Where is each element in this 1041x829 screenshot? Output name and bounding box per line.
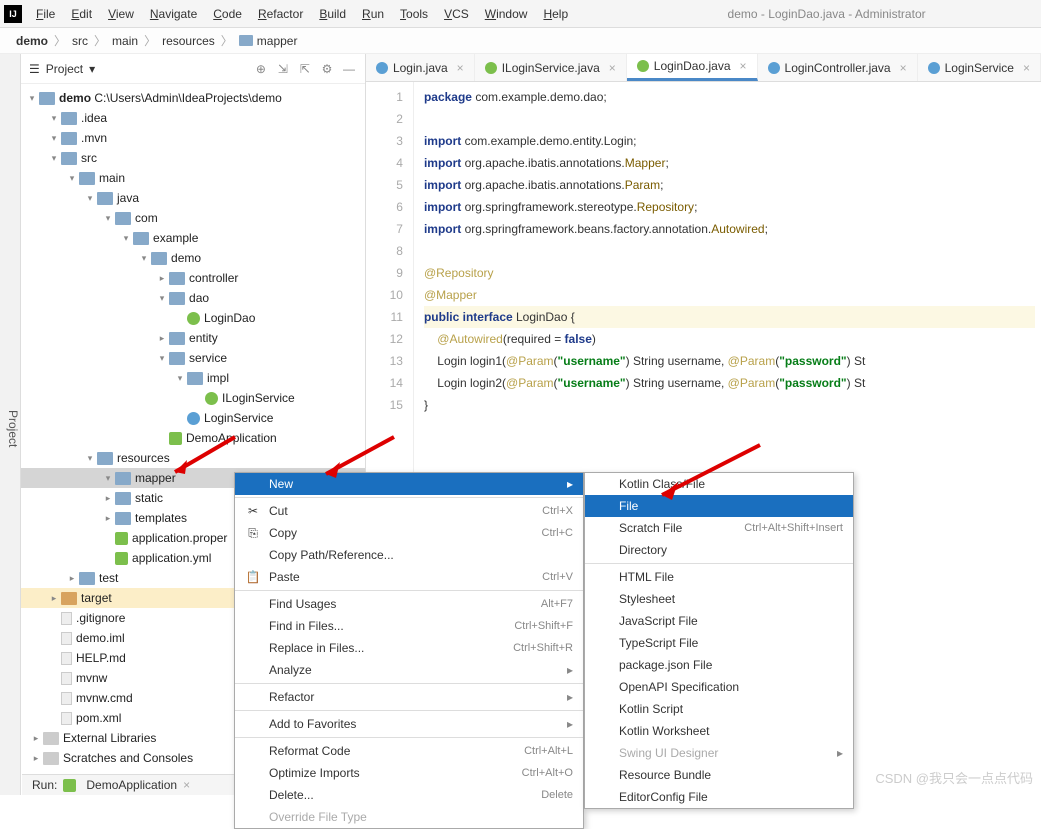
editor-tab[interactable]: Login.java×: [366, 54, 475, 81]
tree-node[interactable]: ▾.idea: [21, 108, 365, 128]
menu-item[interactable]: Copy Path/Reference...: [235, 544, 583, 566]
menu-item[interactable]: HTML File: [585, 566, 853, 588]
menu-item[interactable]: EditorConfig File: [585, 786, 853, 808]
breadcrumb-item[interactable]: resources: [156, 32, 221, 50]
menu-item[interactable]: Delete...Delete: [235, 784, 583, 806]
menu-item[interactable]: Find in Files...Ctrl+Shift+F: [235, 615, 583, 637]
menu-item[interactable]: Add to Favorites▸: [235, 713, 583, 735]
tree-node[interactable]: ▾dao: [21, 288, 365, 308]
menu-item[interactable]: OpenAPI Specification: [585, 676, 853, 698]
menu-item: Swing UI Designer▸: [585, 742, 853, 764]
tree-node[interactable]: ▾java: [21, 188, 365, 208]
menu-item[interactable]: Reformat CodeCtrl+Alt+L: [235, 740, 583, 762]
project-title[interactable]: Project: [46, 62, 83, 76]
menu-build[interactable]: Build: [311, 4, 354, 24]
menu-navigate[interactable]: Navigate: [142, 4, 205, 24]
editor-tab[interactable]: ILoginService.java×: [475, 54, 627, 81]
menu-item[interactable]: Refactor▸: [235, 686, 583, 708]
menu-file[interactable]: File: [28, 4, 63, 24]
breadcrumb-item[interactable]: src: [66, 32, 94, 50]
menu-edit[interactable]: Edit: [63, 4, 100, 24]
close-icon[interactable]: ×: [740, 59, 747, 73]
editor-tab[interactable]: LoginController.java×: [758, 54, 918, 81]
menu-window[interactable]: Window: [477, 4, 536, 24]
menu-item[interactable]: New▸: [235, 473, 583, 495]
collapse-all-icon[interactable]: ⇲: [275, 61, 291, 77]
menu-vcs[interactable]: VCS: [436, 4, 477, 24]
close-icon[interactable]: ×: [183, 778, 190, 792]
menu-item[interactable]: Directory: [585, 539, 853, 561]
breadcrumb-item[interactable]: mapper: [233, 32, 304, 50]
editor-tab[interactable]: LoginDao.java×: [627, 54, 758, 81]
menu-item[interactable]: Find UsagesAlt+F7: [235, 593, 583, 615]
run-config: DemoApplication: [86, 778, 177, 792]
menu-item[interactable]: 📋PasteCtrl+V: [235, 566, 583, 588]
project-tool-tab[interactable]: Project: [0, 54, 21, 795]
menubar: IJ FileEditViewNavigateCodeRefactorBuild…: [0, 0, 1041, 28]
menu-item: Override File Type: [235, 806, 583, 828]
close-icon[interactable]: ×: [609, 61, 616, 75]
tree-node[interactable]: ▾demo: [21, 248, 365, 268]
project-combo-icon[interactable]: ☰: [29, 62, 40, 76]
close-icon[interactable]: ×: [900, 61, 907, 75]
expand-all-icon[interactable]: ⇱: [297, 61, 313, 77]
close-icon[interactable]: ×: [1023, 61, 1030, 75]
menu-item[interactable]: Scratch FileCtrl+Alt+Shift+Insert: [585, 517, 853, 539]
menu-item[interactable]: ✂CutCtrl+X: [235, 500, 583, 522]
close-icon[interactable]: ×: [457, 61, 464, 75]
menu-run[interactable]: Run: [354, 4, 392, 24]
tree-node[interactable]: ▾src: [21, 148, 365, 168]
tree-node[interactable]: ▸controller: [21, 268, 365, 288]
tree-node[interactable]: ▾service: [21, 348, 365, 368]
editor-tab[interactable]: LoginService×: [918, 54, 1041, 81]
menu-refactor[interactable]: Refactor: [250, 4, 311, 24]
menu-item[interactable]: Replace in Files...Ctrl+Shift+R: [235, 637, 583, 659]
tree-node[interactable]: LoginDao: [21, 308, 365, 328]
menu-item[interactable]: Analyze▸: [235, 659, 583, 681]
menu-item[interactable]: TypeScript File: [585, 632, 853, 654]
menu-item[interactable]: Kotlin Script: [585, 698, 853, 720]
menu-help[interactable]: Help: [535, 4, 576, 24]
menu-item[interactable]: Kotlin Worksheet: [585, 720, 853, 742]
settings-icon[interactable]: ⚙: [319, 61, 335, 77]
app-icon: IJ: [4, 5, 22, 23]
tree-node[interactable]: ▾main: [21, 168, 365, 188]
tree-node[interactable]: ▾com: [21, 208, 365, 228]
tree-node[interactable]: ▾.mvn: [21, 128, 365, 148]
menu-code[interactable]: Code: [205, 4, 250, 24]
chevron-down-icon[interactable]: ▾: [89, 62, 95, 76]
menu-tools[interactable]: Tools: [392, 4, 436, 24]
run-label: Run:: [32, 778, 57, 792]
tree-node[interactable]: ILoginService: [21, 388, 365, 408]
menu-item[interactable]: ⎘CopyCtrl+C: [235, 522, 583, 544]
menu-item[interactable]: JavaScript File: [585, 610, 853, 632]
spring-icon: [63, 779, 76, 792]
menu-item[interactable]: Resource Bundle: [585, 764, 853, 786]
editor-tabs: Login.java×ILoginService.java×LoginDao.j…: [366, 54, 1041, 82]
menu-item[interactable]: Stylesheet: [585, 588, 853, 610]
breadcrumb-bar: demo〉src〉main〉resources〉mapper: [0, 28, 1041, 54]
window-title: demo - LoginDao.java - Administrator: [688, 7, 926, 21]
menu-item[interactable]: Optimize ImportsCtrl+Alt+O: [235, 762, 583, 784]
menu-view[interactable]: View: [100, 4, 142, 24]
breadcrumb-item[interactable]: main: [106, 32, 144, 50]
tree-node[interactable]: ▸entity: [21, 328, 365, 348]
watermark: CSDN @我只会一点点代码: [875, 768, 1033, 787]
tree-node[interactable]: LoginService: [21, 408, 365, 428]
context-menu[interactable]: New▸ ✂CutCtrl+X⎘CopyCtrl+CCopy Path/Refer…: [234, 472, 584, 829]
menu-item[interactable]: package.json File: [585, 654, 853, 676]
hide-icon[interactable]: —: [341, 61, 357, 77]
select-open-file-icon[interactable]: ⊕: [253, 61, 269, 77]
new-submenu[interactable]: Kotlin Class/FileFileScratch FileCtrl+Al…: [584, 472, 854, 809]
tree-node[interactable]: ▾example: [21, 228, 365, 248]
tree-node[interactable]: ▾impl: [21, 368, 365, 388]
breadcrumb-item[interactable]: demo: [10, 32, 54, 50]
